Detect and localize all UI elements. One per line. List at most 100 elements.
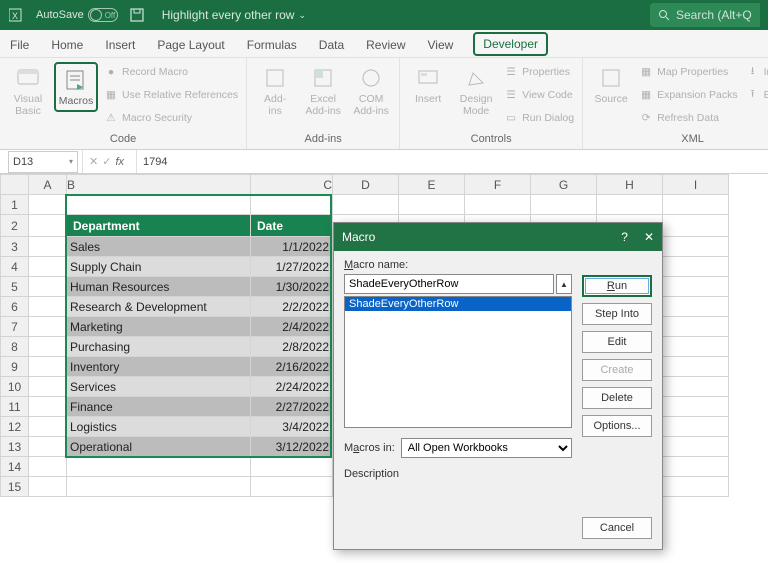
reference-button[interactable]: ▲	[556, 274, 572, 294]
com-addins-button[interactable]: COM Add-ins	[349, 62, 393, 119]
step-into-button[interactable]: Step Into	[582, 303, 652, 325]
tab-page-layout[interactable]: Page Layout	[155, 32, 226, 56]
visual-basic-icon	[14, 64, 42, 92]
properties-button[interactable]: ☰Properties	[504, 62, 574, 82]
map-properties-button[interactable]: ▦Map Properties	[639, 62, 738, 82]
tab-file[interactable]: File	[8, 32, 31, 56]
cell-date[interactable]: 1/1/2022	[251, 237, 333, 257]
cell-dept[interactable]: Logistics	[67, 417, 251, 437]
use-relative-references-button[interactable]: ▦Use Relative References	[104, 85, 238, 105]
help-button[interactable]: ?	[621, 230, 628, 244]
cell-date[interactable]: 3/12/2022	[251, 437, 333, 457]
tab-view[interactable]: View	[426, 32, 456, 56]
import-icon: ⭳	[746, 65, 760, 79]
options-button[interactable]: Options...	[582, 415, 652, 437]
cancel-formula-icon[interactable]: ✕	[89, 155, 98, 168]
formula-input[interactable]: 1794	[136, 150, 768, 173]
macro-list-item[interactable]: ShadeEveryOtherRow	[345, 297, 571, 311]
toggle-off-icon: Off	[88, 8, 118, 22]
edit-button[interactable]: Edit	[582, 331, 652, 353]
cell-dept[interactable]: Operational	[67, 437, 251, 457]
cell-date[interactable]: 1/27/2022	[251, 257, 333, 277]
ribbon-group-xml: Source ▦Map Properties ▦Expansion Packs …	[583, 58, 768, 149]
shield-icon: ⚠	[104, 111, 118, 125]
properties-icon: ☰	[504, 65, 518, 79]
cell-dept[interactable]: Finance	[67, 397, 251, 417]
macro-list[interactable]: ShadeEveryOtherRow	[344, 296, 572, 428]
description-label: Description	[344, 468, 572, 480]
dropdown-icon: ▾	[69, 157, 73, 166]
excel-addins-button[interactable]: Excel Add-ins	[301, 62, 345, 119]
source-icon	[597, 64, 625, 92]
visual-basic-button[interactable]: Visual Basic	[6, 62, 50, 119]
cell-date[interactable]: 1/30/2022	[251, 277, 333, 297]
delete-button[interactable]: Delete	[582, 387, 652, 409]
export-icon: ⭱	[746, 88, 760, 102]
save-icon[interactable]	[128, 6, 146, 24]
map-icon: ▦	[639, 65, 653, 79]
insert-control-icon	[414, 64, 442, 92]
tab-formulas[interactable]: Formulas	[245, 32, 299, 56]
search-box[interactable]: Search (Alt+Q	[650, 3, 760, 27]
name-box[interactable]: D13 ▾	[8, 151, 78, 173]
dialog-icon: ▭	[504, 111, 518, 125]
macros-in-select[interactable]: All Open Workbooks	[401, 438, 572, 458]
tab-insert[interactable]: Insert	[103, 32, 137, 56]
tab-review[interactable]: Review	[364, 32, 407, 56]
tab-home[interactable]: Home	[49, 32, 85, 56]
run-button[interactable]: Run	[582, 275, 652, 297]
cell-date[interactable]: 2/24/2022	[251, 377, 333, 397]
cell-date[interactable]: 2/27/2022	[251, 397, 333, 417]
chevron-down-icon: ⌄	[298, 10, 306, 21]
search-icon	[658, 9, 670, 21]
ribbon-tabs: File Home Insert Page Layout Formulas Da…	[0, 30, 768, 58]
dialog-title: Macro	[342, 230, 375, 244]
tab-data[interactable]: Data	[317, 32, 346, 56]
cell-date[interactable]: 2/4/2022	[251, 317, 333, 337]
document-title[interactable]: Highlight every other row ⌄	[162, 8, 306, 22]
design-mode-button[interactable]: Design Mode	[454, 62, 498, 119]
autosave-label: AutoSave	[36, 9, 84, 21]
excel-icon: X	[8, 6, 26, 24]
cell-date[interactable]: 2/16/2022	[251, 357, 333, 377]
source-button[interactable]: Source	[589, 62, 633, 108]
addins-button[interactable]: Add- ins	[253, 62, 297, 119]
record-macro-button[interactable]: ●Record Macro	[104, 62, 238, 82]
ribbon-group-controls: Insert Design Mode ☰Properties ☰View Cod…	[400, 58, 583, 149]
cell-dept[interactable]: Purchasing	[67, 337, 251, 357]
macro-name-label: Macro name:	[344, 259, 572, 271]
cell-dept[interactable]: Supply Chain	[67, 257, 251, 277]
cell-dept[interactable]: Research & Development	[67, 297, 251, 317]
export-button[interactable]: ⭱Export	[746, 85, 768, 105]
cell-dept[interactable]: Inventory	[67, 357, 251, 377]
cell-date[interactable]: 3/4/2022	[251, 417, 333, 437]
view-code-button[interactable]: ☰View Code	[504, 85, 574, 105]
fx-icon[interactable]: fx	[115, 156, 124, 168]
cell-dept[interactable]: Human Resources	[67, 277, 251, 297]
com-addins-icon	[357, 64, 385, 92]
close-button[interactable]: ✕	[644, 230, 654, 244]
dialog-title-bar[interactable]: Macro ? ✕	[334, 223, 662, 251]
import-button[interactable]: ⭳Import	[746, 62, 768, 82]
macros-in-label: Macros in:	[344, 442, 395, 454]
run-dialog-button[interactable]: ▭Run Dialog	[504, 108, 574, 128]
title-bar: X AutoSave Off Highlight every other row…	[0, 0, 768, 30]
macro-security-button[interactable]: ⚠Macro Security	[104, 108, 238, 128]
cell-date[interactable]: 2/2/2022	[251, 297, 333, 317]
autosave-toggle[interactable]: AutoSave Off	[36, 8, 118, 22]
design-mode-icon	[462, 64, 490, 92]
cell-date[interactable]: 2/8/2022	[251, 337, 333, 357]
tab-developer[interactable]: Developer	[473, 32, 548, 56]
cancel-button[interactable]: Cancel	[582, 517, 652, 539]
ribbon-group-code: Visual Basic Macros ●Record Macro ▦Use R…	[0, 58, 247, 149]
expansion-packs-button[interactable]: ▦Expansion Packs	[639, 85, 738, 105]
cell-dept[interactable]: Marketing	[67, 317, 251, 337]
enter-formula-icon[interactable]: ✓	[102, 155, 111, 168]
record-icon: ●	[104, 65, 118, 79]
macro-name-input[interactable]	[344, 274, 554, 294]
cell-dept[interactable]: Sales	[67, 237, 251, 257]
cell-dept[interactable]: Services	[67, 377, 251, 397]
macros-button[interactable]: Macros	[54, 62, 98, 112]
refresh-data-button[interactable]: ⟳Refresh Data	[639, 108, 738, 128]
insert-control-button[interactable]: Insert	[406, 62, 450, 108]
